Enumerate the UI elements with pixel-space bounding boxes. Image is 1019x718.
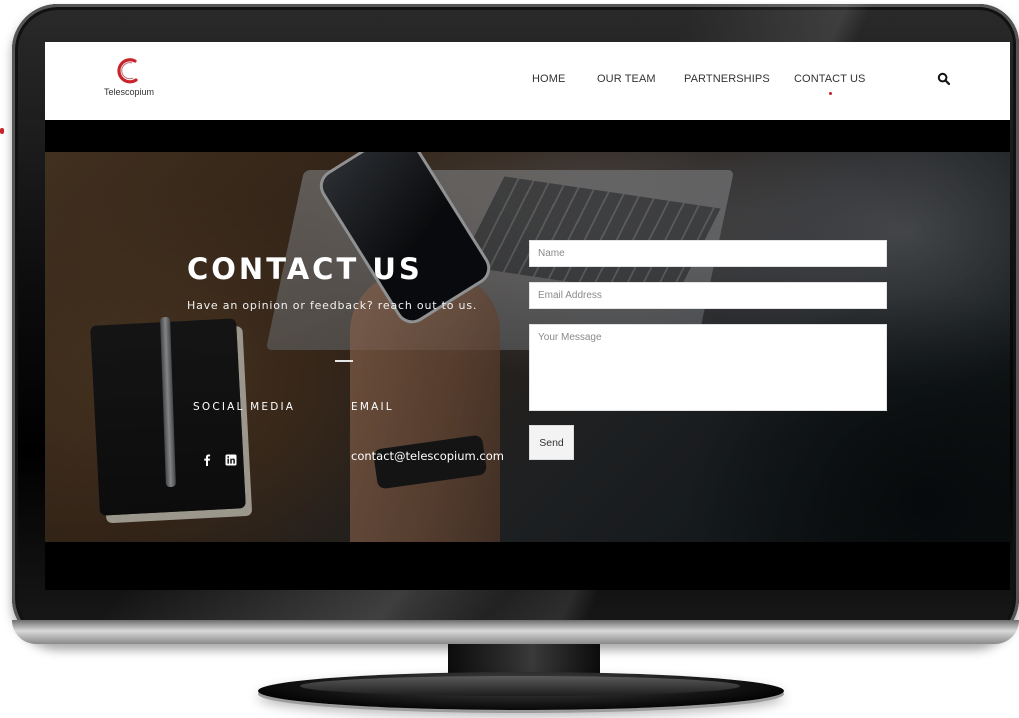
page-subtitle: Have an opinion or feedback? reach out t… bbox=[187, 299, 478, 312]
site-header: Telescopium HOME OUR TEAM PARTNERSHIPS C… bbox=[45, 42, 1010, 120]
send-button[interactable]: Send bbox=[529, 425, 574, 460]
message-textarea[interactable] bbox=[529, 324, 887, 411]
page-title: CONTACT US bbox=[187, 252, 423, 286]
name-input[interactable] bbox=[529, 240, 887, 267]
nav-contact-us[interactable]: CONTACT US bbox=[794, 73, 866, 95]
monitor-mockup: Telescopium HOME OUR TEAM PARTNERSHIPS C… bbox=[0, 0, 1019, 718]
search-icon[interactable] bbox=[937, 72, 951, 86]
social-links bbox=[201, 454, 241, 468]
nav-home[interactable]: HOME bbox=[532, 73, 565, 85]
monitor-rim bbox=[12, 620, 1019, 644]
divider bbox=[335, 360, 353, 362]
nav-partnerships[interactable]: PARTNERSHIPS bbox=[684, 73, 770, 85]
contact-email-link[interactable]: contact@telescopium.com bbox=[351, 449, 504, 463]
monitor-screen: Telescopium HOME OUR TEAM PARTNERSHIPS C… bbox=[45, 42, 1010, 590]
facebook-icon[interactable] bbox=[201, 454, 213, 466]
nav-contact-us-label: CONTACT US bbox=[794, 73, 866, 85]
nav-our-team[interactable]: OUR TEAM bbox=[597, 73, 656, 85]
email-heading: EMAIL bbox=[351, 401, 394, 413]
linkedin-icon[interactable] bbox=[225, 454, 237, 466]
main-nav: HOME OUR TEAM PARTNERSHIPS CONTACT US bbox=[45, 73, 1010, 95]
social-media-heading: SOCIAL MEDIA bbox=[193, 401, 296, 413]
accent-mark bbox=[0, 128, 4, 134]
email-input[interactable] bbox=[529, 282, 887, 309]
active-indicator bbox=[828, 92, 832, 95]
contact-hero: CONTACT US Have an opinion or feedback? … bbox=[45, 152, 1010, 542]
